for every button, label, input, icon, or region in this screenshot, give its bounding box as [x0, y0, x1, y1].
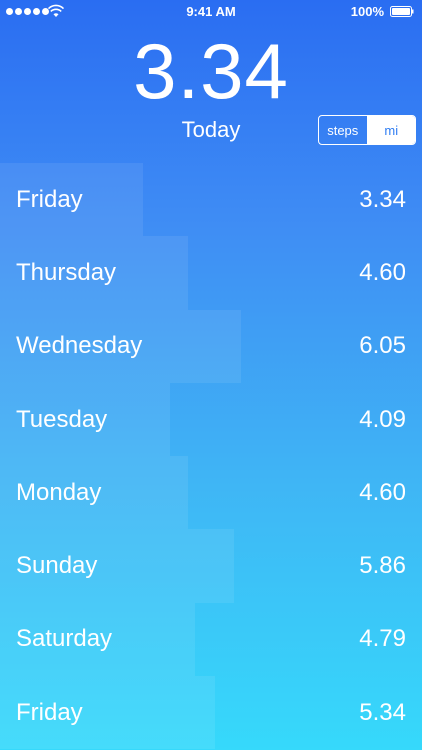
day-value: 5.34 — [359, 698, 406, 726]
day-row[interactable]: Friday 5.34 — [0, 676, 422, 750]
day-row[interactable]: Tuesday 4.09 — [0, 382, 422, 457]
day-value: 5.86 — [359, 552, 406, 580]
steps-segment[interactable]: steps — [319, 116, 368, 144]
day-row[interactable]: Monday 4.60 — [0, 456, 422, 530]
daily-list: Friday 3.34 Thursday 4.60 Wednesday 6.05… — [0, 163, 422, 750]
day-label: Friday — [16, 698, 83, 726]
battery-icon — [390, 6, 414, 17]
day-row[interactable]: Wednesday 6.05 — [0, 309, 422, 383]
day-row[interactable]: Friday 3.34 — [0, 163, 422, 237]
day-row[interactable]: Thursday 4.60 — [0, 236, 422, 310]
day-value: 4.09 — [359, 405, 406, 433]
day-label: Friday — [16, 185, 83, 213]
day-value: 4.60 — [359, 478, 406, 506]
day-value: 4.60 — [359, 258, 406, 286]
miles-segment[interactable]: mi — [367, 116, 415, 144]
day-value: 3.34 — [359, 185, 406, 213]
day-label: Thursday — [16, 258, 117, 286]
day-row[interactable]: Sunday 5.86 — [0, 529, 422, 603]
day-value: 4.79 — [359, 625, 406, 653]
battery-percentage: 100% — [350, 4, 384, 19]
unit-segmented-control[interactable]: steps mi — [318, 115, 416, 145]
status-bar: 9:41 AM 100% — [0, 0, 422, 24]
today-distance-value: 3.34 — [133, 27, 289, 115]
day-value: 6.05 — [359, 332, 406, 360]
day-label: Tuesday — [16, 405, 108, 433]
day-label: Monday — [16, 478, 102, 506]
day-label: Wednesday — [16, 332, 143, 360]
day-label: Sunday — [16, 552, 98, 580]
day-label: Saturday — [16, 625, 113, 653]
day-row[interactable]: Saturday 4.79 — [0, 602, 422, 677]
